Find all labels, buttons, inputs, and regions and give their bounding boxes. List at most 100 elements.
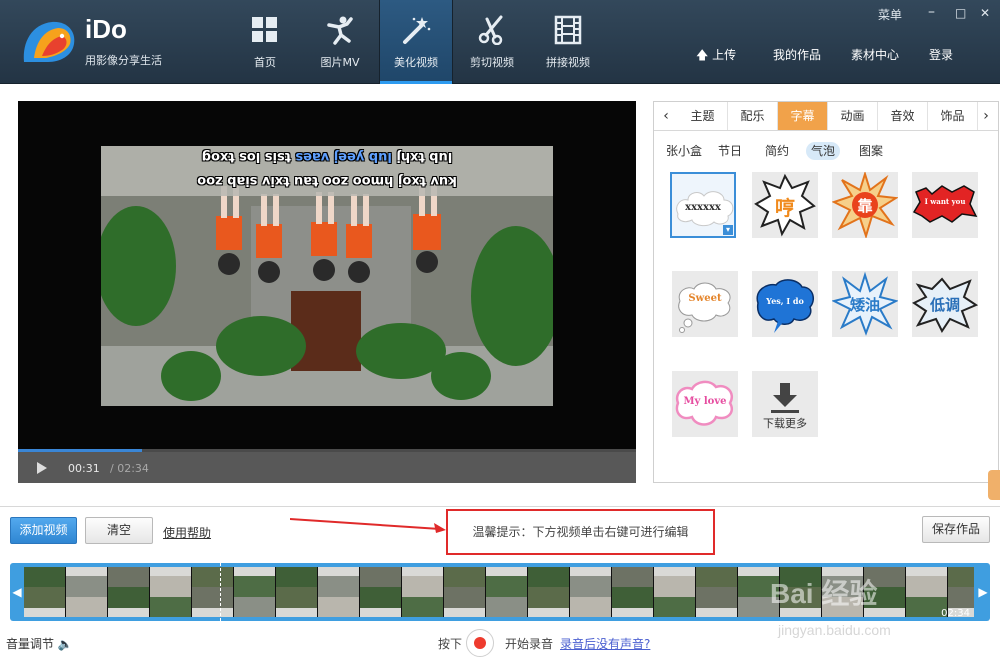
tab-sound-effects[interactable]: 音效 [878, 102, 928, 130]
timeline-thumbnail[interactable] [570, 567, 612, 617]
timeline-thumbnail[interactable] [612, 567, 654, 617]
video-preview[interactable]: lub txhj lub yeej vaes tsis los txog kuv… [18, 101, 636, 483]
tabs-next-icon[interactable]: › [974, 102, 998, 130]
nav-home-label: 首页 [254, 56, 276, 69]
edit-tip: 温馨提示：下方视频单击右键可进行编辑 [446, 509, 715, 555]
category-zhang-xiaohe[interactable]: 张小盒 [666, 142, 702, 160]
baidu-watermark-url: jingyan.baidu.com [778, 622, 891, 638]
timeline-thumbnail[interactable] [360, 567, 402, 617]
upload-arrow-icon: 🡅 [696, 48, 709, 62]
login-link[interactable]: 登录 [929, 46, 953, 63]
sticker-star-bubble-text: 矮油 [849, 296, 880, 314]
sticker-explosion[interactable]: 靠 [832, 172, 898, 238]
tab-accessories[interactable]: 饰品 [928, 102, 978, 130]
maximize-icon[interactable]: □ [955, 6, 966, 20]
download-more-label: 下载更多 [763, 417, 807, 430]
timeline-thumbnail[interactable] [150, 567, 192, 617]
nav-beautify-video[interactable]: 美化视频 [379, 0, 453, 84]
player-controls: 00:31 / 02:34 [18, 452, 636, 483]
timeline-thumbnail[interactable] [528, 567, 570, 617]
top-bar: iDo 用影像分享生活 首页 图片MV 美化视频 剪切视频 拼接视频 🡅 上传 … [0, 0, 1000, 84]
volume-control[interactable]: 音量调节 🔈 [6, 635, 73, 652]
my-works-link[interactable]: 我的作品 [773, 46, 821, 63]
total-time: / 02:34 [110, 462, 149, 475]
download-more-button[interactable]: 下载更多 [752, 371, 818, 437]
nav-photo-mv[interactable]: 图片MV [303, 0, 377, 84]
timeline-thumbnail[interactable] [24, 567, 66, 617]
materials-link[interactable]: 素材中心 [851, 46, 899, 63]
upload-link-label: 上传 [712, 48, 737, 62]
sticker-pink-cloud[interactable]: My love [672, 371, 738, 437]
category-pattern[interactable]: 图案 [859, 142, 883, 160]
nav-photo-mv-label: 图片MV [320, 56, 360, 69]
timeline-thumbnail[interactable] [108, 567, 150, 617]
save-works-button[interactable]: 保存作品 [922, 516, 990, 543]
film-icon [554, 15, 582, 45]
close-icon[interactable]: ✕ [980, 6, 990, 20]
nav-cut-video-label: 剪切视频 [470, 56, 514, 69]
volume-label: 音量调节 [6, 637, 55, 651]
nav-home[interactable]: 首页 [228, 0, 302, 84]
tab-music[interactable]: 配乐 [728, 102, 778, 130]
timeline-thumbnail[interactable] [318, 567, 360, 617]
timeline-thumbnail[interactable] [66, 567, 108, 617]
sticker-spiky[interactable]: 哼 [752, 172, 818, 238]
sticker-spiky-text: 哼 [775, 196, 795, 220]
sticker-blue-bubble-text: Yes, I do [766, 296, 804, 306]
sticker-star-bubble[interactable]: 矮油 [832, 271, 898, 337]
subtitle-line-2: kuv txoj hmoo zoo tau txiv siab zoo [197, 173, 457, 188]
app-logo-icon [23, 21, 75, 62]
dropdown-marker-icon: ▾ [723, 225, 733, 235]
app-tagline: 用影像分享生活 [85, 54, 162, 67]
tab-animation[interactable]: 动画 [828, 102, 878, 130]
thought-cloud-icon [678, 282, 731, 333]
timeline-next-icon[interactable]: ▶ [976, 563, 990, 621]
subtitle-word-b: lub yeej vaes [295, 149, 392, 164]
start-record-label: 开始录音 [505, 637, 554, 651]
timeline-thumbnail[interactable] [234, 567, 276, 617]
app-name: iDo [85, 14, 127, 44]
tab-subtitles[interactable]: 字幕 [778, 102, 828, 130]
effects-tabs: ‹ 主题 配乐 字幕 动画 音效 饰品 › [654, 102, 998, 131]
effects-panel: ‹ 主题 配乐 字幕 动画 音效 饰品 › 张小盒 节日 简约 气泡 图案 xx… [653, 101, 999, 483]
clear-button[interactable]: 清空 [85, 517, 153, 544]
upload-link[interactable]: 🡅 上传 [696, 46, 736, 67]
no-sound-help-link[interactable]: 录音后没有声音? [560, 635, 650, 652]
grid-icon [252, 17, 277, 42]
timeline-thumbnail[interactable] [654, 567, 696, 617]
add-video-button[interactable]: 添加视频 [10, 517, 77, 544]
subtitle-word-c: tsis los txog [201, 149, 291, 164]
category-bubble[interactable]: 气泡 [806, 142, 841, 160]
play-icon[interactable] [37, 462, 47, 474]
record-button[interactable] [466, 629, 494, 657]
category-simple[interactable]: 简约 [765, 142, 789, 160]
sticker-cloud[interactable]: xxxxxx ▾ [670, 172, 736, 238]
help-link[interactable]: 使用帮助 [163, 524, 211, 541]
menu-button[interactable]: 菜单 [878, 6, 902, 23]
nav-beautify-video-label: 美化视频 [394, 56, 438, 69]
timeline-thumbnail[interactable] [276, 567, 318, 617]
tabs-prev-icon[interactable]: ‹ [654, 102, 678, 130]
sticker-thought-cloud[interactable]: Sweet [672, 271, 738, 337]
minimize-icon[interactable]: – [928, 4, 935, 20]
sticker-red-banner[interactable]: I want you [912, 172, 978, 238]
side-handle[interactable] [988, 470, 1000, 500]
timeline-thumbnail[interactable] [402, 567, 444, 617]
sticker-jagged[interactable]: 低调 [912, 271, 978, 337]
category-festival[interactable]: 节日 [718, 142, 742, 160]
current-time: 00:31 [68, 462, 100, 475]
timeline-thumbnail[interactable] [192, 567, 234, 617]
nav-cut-video[interactable]: 剪切视频 [455, 0, 529, 84]
sticker-cloud-text: xxxxxx [685, 202, 721, 213]
timeline-prev-icon[interactable]: ◀ [10, 563, 24, 621]
nav-join-video[interactable]: 拼接视频 [531, 0, 605, 84]
speaker-icon: 🔈 [57, 637, 73, 651]
tab-theme[interactable]: 主题 [678, 102, 728, 130]
timeline-duration: 02:34 [941, 608, 970, 619]
sticker-blue-bubble[interactable]: Yes, I do [752, 271, 818, 337]
timeline-thumbnail[interactable] [444, 567, 486, 617]
timeline-thumbnail[interactable] [486, 567, 528, 617]
sticker-thought-cloud-text: Sweet [688, 293, 722, 304]
timeline-cursor[interactable] [220, 563, 221, 621]
timeline-thumbnail[interactable] [696, 567, 738, 617]
